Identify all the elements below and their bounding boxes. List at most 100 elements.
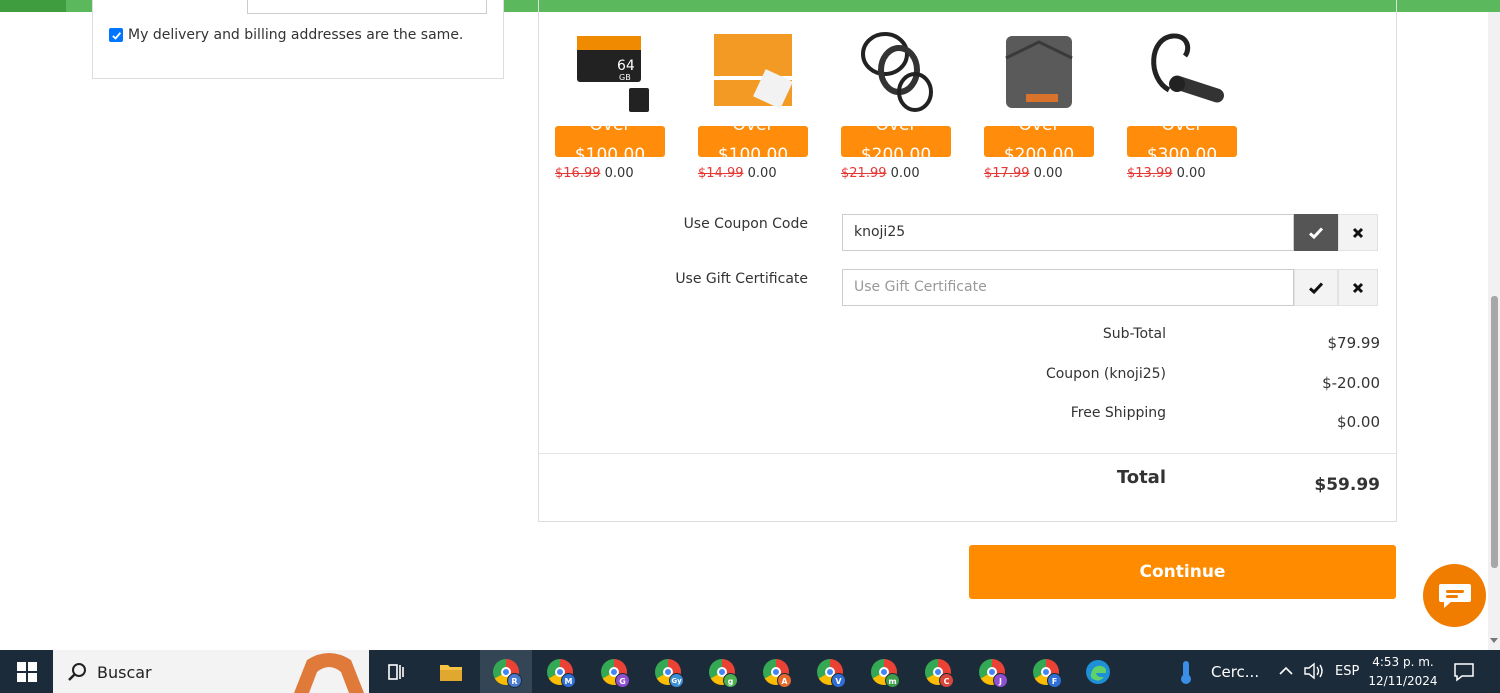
svg-text:64: 64 <box>617 58 635 74</box>
chrome-profile-button[interactable]: R <box>484 655 528 689</box>
remove-gift-button[interactable] <box>1338 269 1378 306</box>
chrome-profile-button[interactable]: M <box>538 655 582 689</box>
gift-price: $16.99 0.00 <box>555 166 634 181</box>
chrome-icon: g <box>709 659 738 688</box>
discounted-price: 0.00 <box>890 166 920 181</box>
chrome-icon: M <box>547 659 576 688</box>
gift-price: $17.99 0.00 <box>984 166 1063 181</box>
coupon-discount-value: $-20.00 <box>1322 374 1380 392</box>
gift-threshold-badge: Over $100.00 <box>698 126 808 157</box>
same-address-option[interactable]: My delivery and billing addresses are th… <box>109 27 463 43</box>
clock[interactable]: 4:53 p. m. 12/11/2024 <box>1368 653 1438 691</box>
chrome-profile-button[interactable]: g <box>700 655 744 689</box>
thermometer-icon[interactable] <box>1178 659 1194 685</box>
original-price: $16.99 <box>555 166 601 181</box>
gift-threshold-badge: Over $200.00 <box>984 126 1094 157</box>
chrome-icon: J <box>979 659 1008 688</box>
original-price: $17.99 <box>984 166 1030 181</box>
edge-button[interactable] <box>1076 655 1120 689</box>
chrome-profile-button[interactable]: G <box>592 655 636 689</box>
chrome-profile-button[interactable]: m <box>862 655 906 689</box>
chrome-profile-button[interactable]: F <box>1024 655 1068 689</box>
chat-bubble-icon <box>1438 583 1471 608</box>
chrome-profile-button[interactable]: V <box>808 655 852 689</box>
notifications-icon[interactable] <box>1453 662 1475 682</box>
search-icon <box>68 663 86 681</box>
chrome-icon: G <box>601 659 630 688</box>
gift-price: $21.99 0.00 <box>841 166 920 181</box>
subtotal-value: $79.99 <box>1327 334 1381 352</box>
scrollbar-thumb[interactable] <box>1491 296 1498 568</box>
chrome-icon: m <box>871 659 900 688</box>
chrome-icon: V <box>817 659 846 688</box>
volume-icon[interactable] <box>1303 662 1325 680</box>
address-field-edge[interactable] <box>247 0 487 14</box>
apply-coupon-button[interactable] <box>1294 214 1338 251</box>
order-summary-panel <box>538 0 1397 522</box>
language-indicator[interactable]: ESP <box>1335 664 1359 679</box>
cleaning-wipes-icon <box>714 34 793 109</box>
discounted-price: 0.00 <box>1176 166 1206 181</box>
headset-icon <box>1151 33 1224 103</box>
file-explorer-button[interactable] <box>429 655 473 689</box>
continue-button[interactable]: Continue <box>969 545 1396 599</box>
close-icon <box>1352 227 1364 238</box>
chrome-profile-button[interactable]: Gy <box>646 655 690 689</box>
discounted-price: 0.00 <box>1033 166 1063 181</box>
gift-price: $13.99 0.00 <box>1127 166 1206 181</box>
chrome-profile-button[interactable]: A <box>754 655 798 689</box>
chat-button[interactable] <box>1423 564 1486 627</box>
total-value: $59.99 <box>1314 475 1380 495</box>
landscape-arch-icon <box>289 650 369 693</box>
windows-logo-icon <box>16 661 37 682</box>
gift-threshold-badge: Over $300.00 <box>1127 126 1237 157</box>
edge-icon <box>1086 660 1110 684</box>
progress-step-complete <box>0 0 66 12</box>
shipping-value: $0.00 <box>1337 413 1380 431</box>
check-icon <box>1309 281 1324 294</box>
discounted-price: 0.00 <box>747 166 777 181</box>
shipping-label: Free Shipping <box>1070 405 1166 421</box>
coupon-discount-label: Coupon (knoji25) <box>1045 366 1166 382</box>
memory-card-icon: 64 GB <box>577 36 649 112</box>
chrome-icon: Gy <box>655 659 684 688</box>
filter-rings-icon <box>861 32 933 112</box>
scroll-down-arrow-icon[interactable] <box>1490 638 1498 643</box>
folder-icon <box>440 665 462 681</box>
gift-certificate-label: Use Gift Certificate <box>675 271 808 287</box>
original-price: $14.99 <box>698 166 744 181</box>
task-view-button[interactable] <box>374 655 418 689</box>
search-text: Buscar <box>97 663 152 682</box>
gift-price: $14.99 0.00 <box>698 166 777 181</box>
taskbar-search[interactable]: Buscar <box>53 650 369 693</box>
coupon-label: Use Coupon Code <box>683 216 808 232</box>
chrome-profile-button[interactable]: C <box>916 655 960 689</box>
weather-text[interactable]: Cerc... <box>1211 663 1259 681</box>
chrome-icon: A <box>763 659 792 688</box>
subtotal-label: Sub-Total <box>1102 326 1166 342</box>
checkmark-icon <box>111 31 121 40</box>
check-icon <box>1309 226 1324 239</box>
apply-gift-button[interactable] <box>1294 269 1338 306</box>
clock-time: 4:53 p. m. <box>1372 655 1434 669</box>
total-label: Total <box>1116 467 1166 488</box>
original-price: $21.99 <box>841 166 887 181</box>
task-view-icon <box>388 664 404 680</box>
filter-wallet-icon <box>1005 36 1073 108</box>
same-address-checkbox[interactable] <box>109 28 123 42</box>
chrome-profile-button[interactable]: J <box>970 655 1014 689</box>
close-icon <box>1352 282 1364 293</box>
address-panel: My delivery and billing addresses are th… <box>92 0 504 79</box>
totals-divider <box>538 453 1397 454</box>
same-address-label: My delivery and billing addresses are th… <box>128 27 464 43</box>
gift-threshold-badge: Over $100.00 <box>555 126 665 157</box>
start-button[interactable] <box>0 650 53 693</box>
gift-threshold-badge: Over $200.00 <box>841 126 951 157</box>
coupon-input[interactable]: knoji25 <box>842 214 1294 251</box>
remove-coupon-button[interactable] <box>1338 214 1378 251</box>
svg-text:GB: GB <box>619 73 631 82</box>
discounted-price: 0.00 <box>604 166 634 181</box>
gift-certificate-input[interactable]: Use Gift Certificate <box>842 269 1294 306</box>
chrome-icon: R <box>493 659 522 688</box>
chevron-up-icon[interactable] <box>1279 665 1293 677</box>
